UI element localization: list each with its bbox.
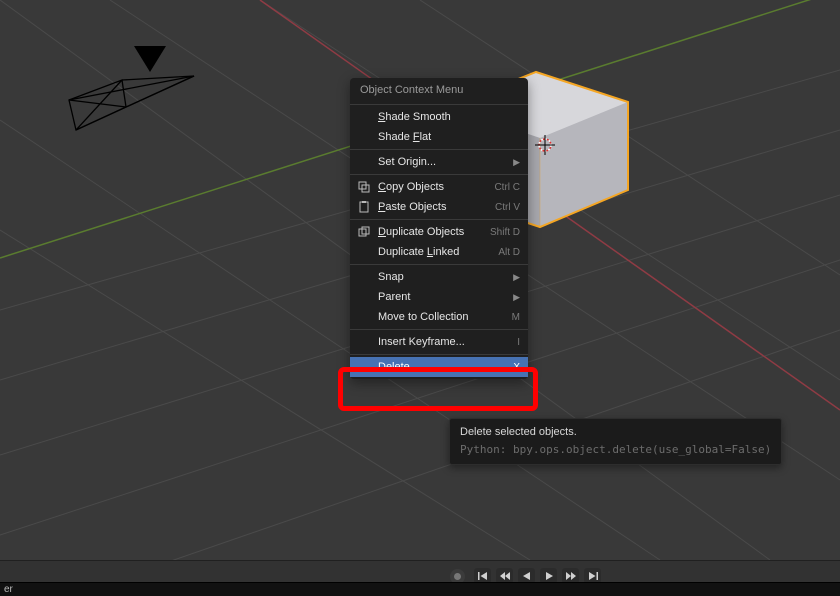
tooltip-description: Delete selected objects. (460, 426, 771, 438)
menu-separator (350, 104, 528, 105)
shortcut: I (517, 337, 520, 348)
submenu-arrow-icon: ▶ (513, 272, 520, 283)
menu-item-copy-objects[interactable]: Copy Objects Ctrl C (350, 177, 528, 197)
blank-icon (356, 244, 372, 260)
blank-icon (356, 334, 372, 350)
menu-item-set-origin[interactable]: Set Origin... ▶ (350, 152, 528, 172)
menu-label: Copy Objects (378, 181, 494, 193)
menu-label: Duplicate Linked (378, 246, 498, 258)
context-menu-title: Object Context Menu (350, 78, 528, 102)
menu-item-delete[interactable]: Delete X (350, 357, 528, 377)
menu-separator (350, 354, 528, 355)
menu-separator (350, 174, 528, 175)
status-text: er (0, 584, 13, 595)
menu-item-paste-objects[interactable]: Paste Objects Ctrl V (350, 197, 528, 217)
menu-item-shade-flat[interactable]: Shade Flat (350, 127, 528, 147)
copy-icon (356, 179, 372, 195)
duplicate-icon (356, 224, 372, 240)
shortcut: Ctrl C (494, 182, 520, 193)
menu-label: Move to Collection (378, 311, 512, 323)
paste-icon (356, 199, 372, 215)
menu-item-duplicate-linked[interactable]: Duplicate Linked Alt D (350, 242, 528, 262)
menu-label: Set Origin... (378, 156, 509, 168)
tooltip: Delete selected objects. Python: bpy.ops… (449, 418, 782, 465)
menu-label: Paste Objects (378, 201, 495, 213)
menu-label: Shade Flat (378, 131, 520, 143)
menu-item-move-to-collection[interactable]: Move to Collection M (350, 307, 528, 327)
blank-icon (356, 109, 372, 125)
timeline-bar (0, 560, 840, 582)
blank-icon (356, 129, 372, 145)
menu-item-duplicate-objects[interactable]: Duplicate Objects Shift D (350, 222, 528, 242)
menu-label: Snap (378, 271, 509, 283)
status-bar: er (0, 582, 840, 596)
submenu-arrow-icon: ▶ (513, 157, 520, 168)
blank-icon (356, 269, 372, 285)
menu-separator (350, 219, 528, 220)
menu-label: Delete (378, 361, 513, 373)
menu-label: Shade Smooth (378, 111, 520, 123)
menu-label: Parent (378, 291, 509, 303)
menu-separator (350, 264, 528, 265)
menu-item-parent[interactable]: Parent ▶ (350, 287, 528, 307)
shortcut: M (512, 312, 520, 323)
menu-separator (350, 329, 528, 330)
menu-item-insert-keyframe[interactable]: Insert Keyframe... I (350, 332, 528, 352)
blank-icon (356, 309, 372, 325)
blank-icon (356, 359, 372, 375)
submenu-arrow-icon: ▶ (513, 292, 520, 303)
shortcut: Shift D (490, 227, 520, 238)
object-context-menu: Object Context Menu Shade Smooth Shade F… (350, 78, 528, 379)
blank-icon (356, 289, 372, 305)
shortcut: X (513, 362, 520, 373)
shortcut: Alt D (498, 247, 520, 258)
menu-label: Duplicate Objects (378, 226, 490, 238)
menu-label: Insert Keyframe... (378, 336, 517, 348)
menu-item-shade-smooth[interactable]: Shade Smooth (350, 107, 528, 127)
tooltip-python: Python: bpy.ops.object.delete(use_global… (460, 443, 771, 456)
shortcut: Ctrl V (495, 202, 520, 213)
menu-separator (350, 149, 528, 150)
blank-icon (356, 154, 372, 170)
menu-item-snap[interactable]: Snap ▶ (350, 267, 528, 287)
